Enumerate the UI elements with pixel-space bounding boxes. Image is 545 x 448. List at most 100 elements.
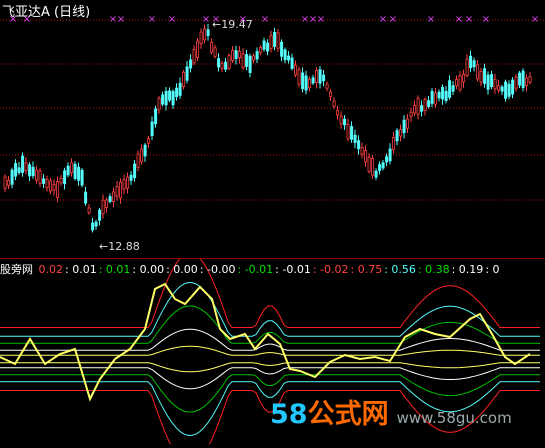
candle-body (199, 31, 203, 44)
candle-body (101, 199, 105, 215)
candle-body (455, 79, 459, 87)
candle-body (73, 163, 77, 179)
candle-body (497, 85, 501, 91)
candle-body (273, 31, 277, 47)
candle-body (462, 73, 466, 83)
candle-body (185, 66, 189, 81)
stock-chart-window: × × × × × × × × × × × × × × × × × × × × 飞亚达A (日线) ←19.47 ←1… (0, 0, 545, 448)
candle-body (157, 98, 161, 111)
candle-body (266, 42, 270, 52)
candle-body (318, 69, 322, 84)
low-price-label: ←12.88 (99, 240, 140, 253)
candle-body (472, 60, 476, 68)
candle-body (248, 55, 252, 73)
candle-body (210, 41, 214, 53)
candle-body (140, 148, 144, 163)
candle-body (91, 222, 95, 231)
candle-body (322, 74, 326, 82)
candle-body (220, 63, 224, 69)
indicator-value: : 0.01 (98, 263, 131, 276)
candle-body (49, 180, 53, 192)
candle-body (378, 164, 382, 171)
candle-body (437, 91, 441, 99)
candle-body (500, 86, 504, 92)
candle-body (203, 28, 207, 41)
candle-body (238, 51, 242, 59)
price-chart-panel[interactable]: × × × × × × × × × × × × × × × × × × × × (0, 0, 545, 258)
watermark-brand: 公式网 (307, 399, 389, 430)
candle-body (287, 55, 291, 61)
candle-body (511, 79, 515, 95)
indicator-value: : -0.02 (312, 263, 349, 276)
candle-body (294, 64, 298, 76)
candle-body (126, 176, 130, 189)
indicator-value: : 0.00 (132, 263, 165, 276)
candle-body (28, 164, 32, 177)
candle-body (465, 58, 469, 76)
candle-body (297, 69, 301, 85)
candle-body (525, 77, 529, 87)
candle-body (458, 75, 462, 91)
candle-body (80, 169, 84, 186)
candle-body (290, 57, 294, 69)
candle-body (52, 184, 56, 191)
signal-marker: × (379, 14, 387, 25)
candle-body (10, 169, 14, 185)
signal-marker: × (168, 14, 176, 25)
candle-body (94, 221, 98, 227)
candle-body (105, 199, 109, 208)
candle-body (385, 156, 389, 163)
indicator-band-line (0, 305, 540, 344)
candle-body (241, 53, 245, 69)
candle-body (189, 59, 193, 69)
candle-body (357, 140, 361, 150)
candle-body (42, 178, 46, 184)
candle-body (392, 136, 396, 151)
candle-body (374, 170, 378, 178)
signal-marker: × (455, 14, 463, 25)
candle-body (493, 79, 497, 90)
candle-body (21, 155, 25, 173)
signal-marker: × (202, 14, 210, 25)
candle-body (175, 87, 179, 98)
candle-body (304, 75, 308, 91)
signal-marker: × (317, 14, 325, 25)
candle-body (35, 169, 39, 181)
candle-body (63, 170, 67, 185)
candle-body (451, 85, 455, 92)
candle-body (3, 176, 7, 189)
candle-body (315, 70, 319, 83)
watermark-url: www.58gu.com (396, 409, 512, 427)
candle-body (129, 174, 133, 181)
candle-body (59, 178, 63, 184)
candle-body (514, 76, 518, 89)
candle-body (171, 90, 175, 106)
indicator-value: : 0.38 (417, 263, 450, 276)
indicator-value: 0.02 (35, 263, 63, 276)
indicator-value: : -0.01 (237, 263, 274, 276)
candle-body (213, 47, 217, 57)
candle-body (112, 191, 116, 203)
indicator-value: : 0.56 (384, 263, 416, 276)
candlestick-chart[interactable]: × × × × × × × × × × × × × × × × × × × × (0, 0, 545, 258)
candle-body (325, 83, 329, 89)
candle-body (168, 90, 172, 101)
watermark-number: 58 (270, 399, 308, 430)
candle-body (283, 49, 287, 61)
indicator-value: : -0.00 (199, 263, 236, 276)
candle-body (332, 100, 336, 108)
candle-body (420, 105, 424, 112)
candle-body (402, 119, 406, 134)
signal-marker: × (389, 14, 397, 25)
indicator-value: : 0.75 (350, 263, 383, 276)
candle-body (31, 166, 35, 177)
candle-body (308, 78, 312, 89)
candle-body (252, 55, 256, 61)
candle-body (490, 74, 494, 87)
candle-body (87, 207, 91, 214)
indicator-name: 股旁网 (0, 263, 33, 276)
stock-title: 飞亚达A (日线) (2, 5, 91, 20)
candle-body (143, 144, 147, 157)
candle-body (336, 110, 340, 116)
candle-body (45, 179, 49, 189)
